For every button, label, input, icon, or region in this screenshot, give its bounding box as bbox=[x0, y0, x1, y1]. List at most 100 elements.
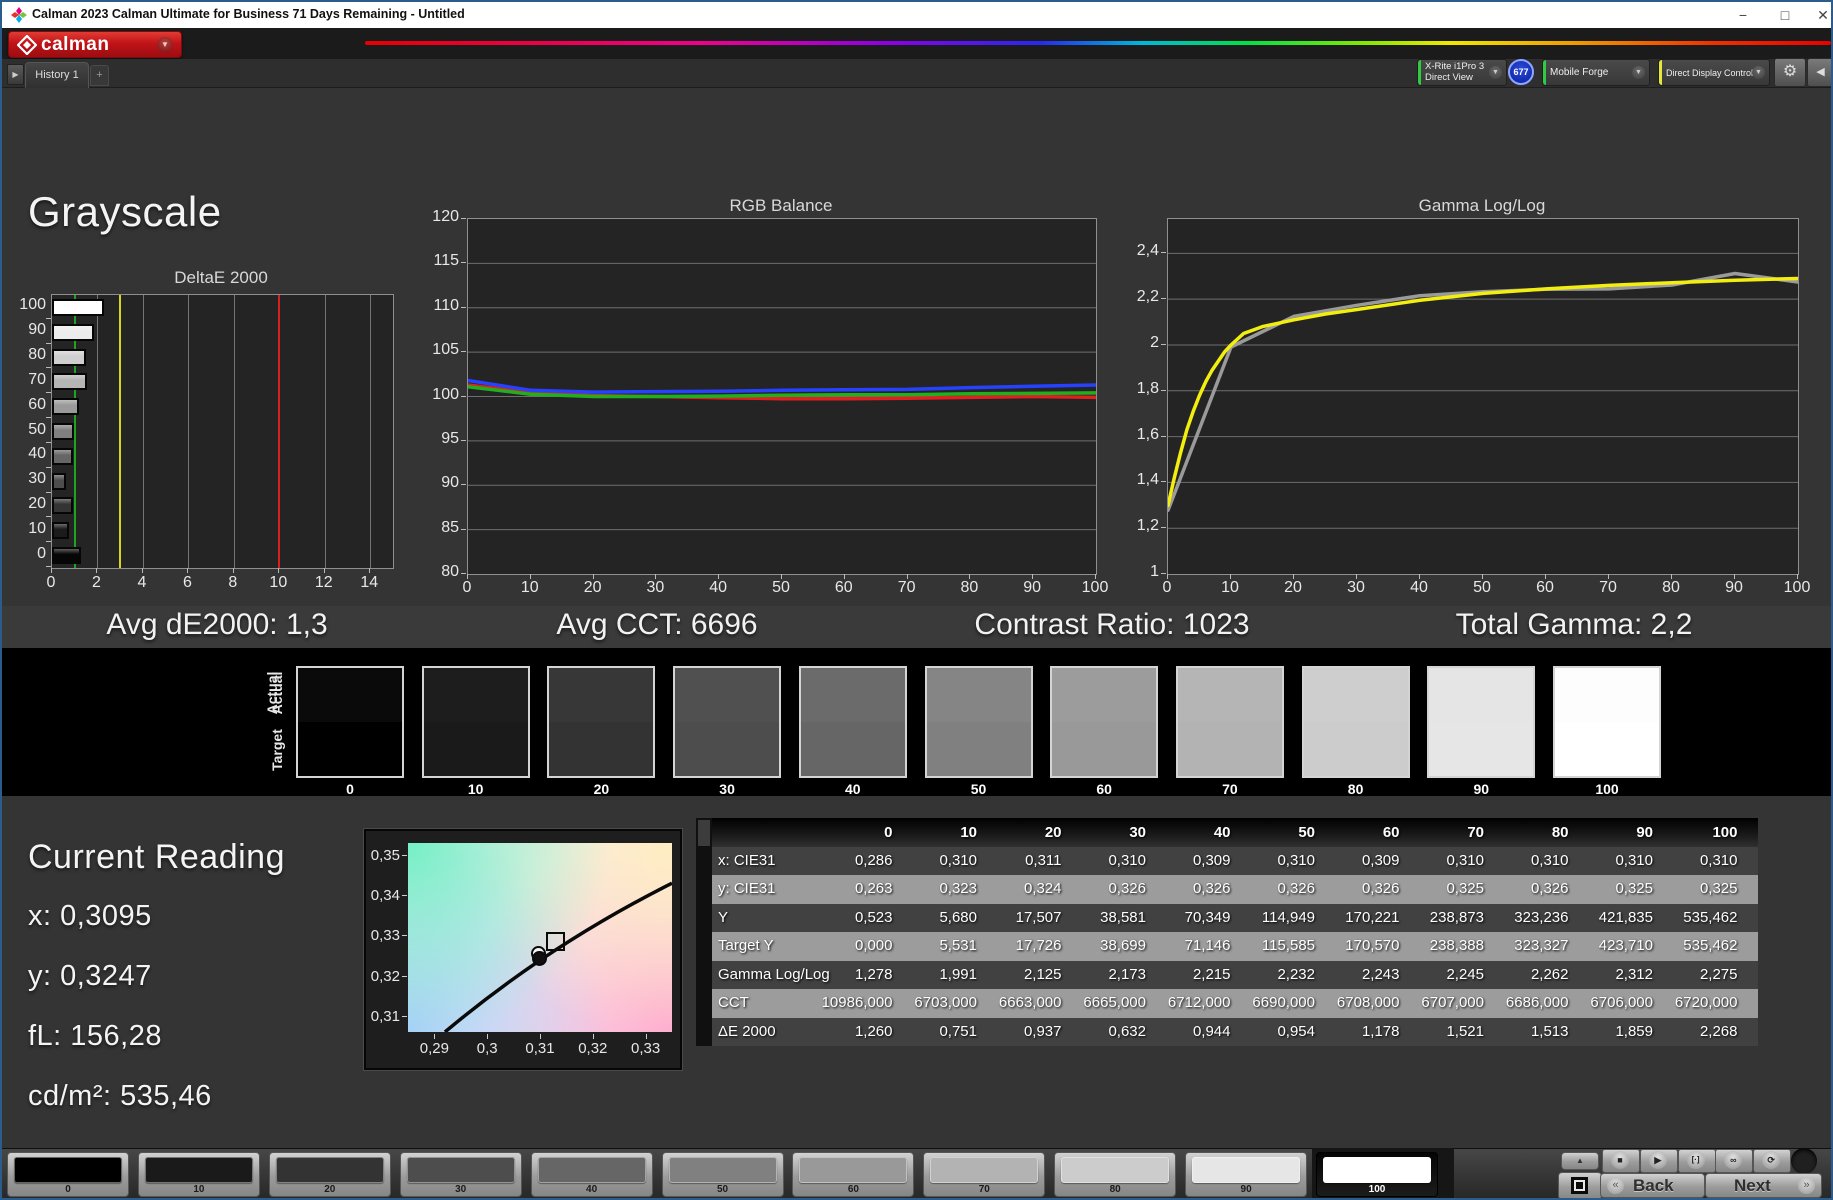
collapse-panel-icon[interactable]: ◀ bbox=[1807, 58, 1831, 87]
ytick-label: 85 bbox=[441, 518, 459, 536]
table-cell: 70,349 bbox=[1184, 908, 1231, 926]
axis-tick bbox=[1608, 574, 1609, 579]
axis-tick bbox=[46, 417, 51, 419]
panel-up-button[interactable]: ▲ bbox=[1561, 1152, 1599, 1170]
level-button-60[interactable]: 60 bbox=[792, 1152, 915, 1197]
level-patch bbox=[275, 1157, 384, 1183]
level-button-40[interactable]: 40 bbox=[530, 1152, 653, 1197]
swatch-target bbox=[549, 722, 654, 776]
level-label: 20 bbox=[324, 1184, 336, 1195]
level-button-50[interactable]: 50 bbox=[661, 1152, 784, 1197]
axis-tick bbox=[369, 568, 371, 573]
table-cell: 323,236 bbox=[1514, 908, 1569, 926]
chevron-down-icon[interactable]: ▼ bbox=[1752, 66, 1765, 79]
play-button[interactable]: ▶ bbox=[1639, 1149, 1678, 1173]
level-button-20[interactable]: 20 bbox=[268, 1152, 391, 1197]
table-gutter[interactable] bbox=[696, 818, 712, 1046]
series-measured bbox=[1166, 271, 1800, 513]
gridline bbox=[97, 295, 99, 568]
tab-history-1[interactable]: History 1 bbox=[25, 62, 89, 88]
page-title: Grayscale bbox=[28, 188, 222, 235]
calman-menu-button[interactable]: calman ▼ bbox=[8, 31, 182, 58]
patch-window-button[interactable] bbox=[1558, 1172, 1602, 1198]
level-button-70[interactable]: 70 bbox=[923, 1152, 1046, 1197]
level-button-10[interactable]: 10 bbox=[137, 1152, 260, 1197]
table-cell: 2,262 bbox=[1530, 965, 1569, 983]
swatch-actual bbox=[926, 668, 1031, 722]
settings-gear-icon[interactable]: ⚙ bbox=[1774, 58, 1806, 87]
line-series bbox=[466, 262, 1098, 531]
level-button-100[interactable]: 100 bbox=[1316, 1152, 1438, 1197]
axis-tick bbox=[461, 573, 466, 574]
table-col-header: 60 bbox=[1382, 824, 1400, 841]
cie-ytick-label: 0,31 bbox=[370, 1007, 400, 1025]
table-cell: 6663,000 bbox=[998, 994, 1062, 1012]
table-gutter-thumb[interactable] bbox=[698, 820, 710, 846]
calman-logo-icon bbox=[17, 34, 37, 55]
axis-tick bbox=[461, 218, 466, 219]
axis-tick bbox=[1482, 574, 1483, 579]
minimize-icon[interactable]: − bbox=[1728, 2, 1758, 28]
meter-dropdown[interactable]: X-Rite i1Pro 3 Direct View ▼ bbox=[1417, 59, 1507, 86]
table-cell: 6703,000 bbox=[914, 994, 977, 1012]
cie-ytick-label: 0,33 bbox=[370, 927, 400, 945]
deltae-ytick-label: 10 bbox=[28, 519, 46, 537]
next-button[interactable]: Next » bbox=[1705, 1173, 1822, 1198]
cie-xtick-label: 0,33 bbox=[630, 1040, 661, 1057]
tab-scroll-button[interactable]: ▶ bbox=[7, 64, 24, 85]
level-button-0[interactable]: 0 bbox=[7, 1152, 129, 1197]
axis-tick bbox=[781, 574, 782, 579]
add-tab-button[interactable]: + bbox=[90, 65, 109, 86]
swatch-label: 40 bbox=[845, 781, 861, 797]
table-cell: 323,327 bbox=[1514, 937, 1569, 955]
swatch-actual bbox=[1429, 668, 1534, 722]
line-series bbox=[1166, 252, 1800, 529]
level-patch bbox=[799, 1157, 908, 1183]
gridline bbox=[142, 295, 144, 568]
level-button-90[interactable]: 90 bbox=[1185, 1152, 1308, 1197]
level-button-30[interactable]: 30 bbox=[399, 1152, 522, 1197]
window-title: Calman 2023 Calman Ultimate for Business… bbox=[32, 7, 465, 21]
source-dropdown[interactable]: Mobile Forge ▼ bbox=[1542, 59, 1650, 86]
table-cell: 0,937 bbox=[1023, 1022, 1062, 1040]
table-row: CCT 10986,000 6703,000 6663,000 6665,000 6712… bbox=[712, 989, 1758, 1018]
continuous-button[interactable]: ∞ bbox=[1715, 1149, 1754, 1173]
deltae-chart-title: DeltaE 2000 bbox=[174, 268, 268, 287]
close-icon[interactable]: ✕ bbox=[1808, 2, 1831, 28]
chevron-down-icon[interactable]: ▼ bbox=[1489, 66, 1502, 79]
axis-tick bbox=[1095, 574, 1096, 579]
xtick-label: 0 bbox=[1162, 579, 1172, 596]
level-patch bbox=[406, 1157, 515, 1183]
table-cell: 2,275 bbox=[1699, 965, 1738, 983]
chevron-down-icon[interactable]: ▼ bbox=[1632, 66, 1645, 79]
stop-button[interactable]: ■ bbox=[1602, 1149, 1640, 1173]
table-cell: 2,215 bbox=[1192, 965, 1231, 983]
table-cell: 0,944 bbox=[1192, 1022, 1231, 1040]
display-dropdown[interactable]: Direct Display Control ▼ bbox=[1658, 59, 1770, 86]
loop-button[interactable]: ⟳ bbox=[1753, 1149, 1792, 1173]
chevron-down-icon[interactable]: ▼ bbox=[157, 36, 173, 53]
axis-tick bbox=[278, 568, 280, 573]
meter-count-badge[interactable]: 677 bbox=[1508, 59, 1534, 85]
table-col-header: 100 bbox=[1712, 824, 1738, 841]
axis-tick bbox=[1161, 527, 1166, 529]
swatch-actual bbox=[1555, 668, 1659, 722]
ytick-label: 115 bbox=[433, 252, 459, 270]
axis-tick bbox=[592, 1034, 594, 1039]
deltae-bar-80 bbox=[52, 348, 87, 366]
cie-xtick-label: 0,3 bbox=[476, 1040, 498, 1057]
logo-bar: calman ▼ bbox=[2, 28, 1831, 59]
axis-tick bbox=[529, 574, 531, 579]
current-reading-title: Current Reading bbox=[28, 838, 285, 876]
maximize-icon[interactable]: □ bbox=[1770, 2, 1800, 28]
deltae-xtick-label: 8 bbox=[228, 574, 238, 591]
table-cell: 1,178 bbox=[1361, 1022, 1400, 1040]
back-button[interactable]: « Back bbox=[1600, 1173, 1705, 1198]
table-row: Y 0,523 5,680 17,507 38,581 70,349 114,949 170,… bbox=[712, 903, 1758, 933]
level-button-80[interactable]: 80 bbox=[1054, 1152, 1177, 1197]
single-measure-button[interactable]: [·] bbox=[1677, 1149, 1716, 1173]
axis-tick bbox=[323, 568, 325, 573]
deltae-xtick-label: 2 bbox=[92, 574, 101, 591]
level-label: 10 bbox=[193, 1184, 205, 1195]
table-cell: 2,173 bbox=[1108, 965, 1146, 983]
